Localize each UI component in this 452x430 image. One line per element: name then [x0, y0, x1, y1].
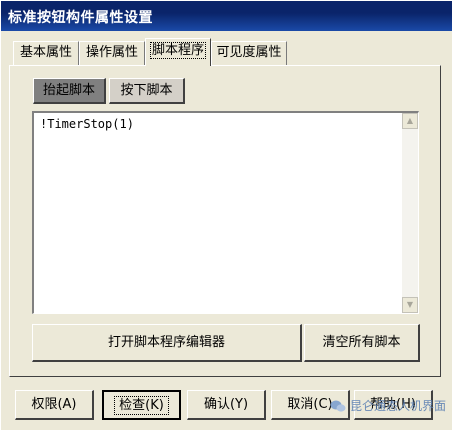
button-label: 确认(Y) [203, 397, 249, 412]
watermark: 昆仑通态人机界面 [330, 397, 446, 414]
confirm-button[interactable]: 确认(Y) [187, 390, 266, 420]
watermark-text: 昆仑通态人机界面 [350, 399, 447, 413]
tab-basic-properties[interactable]: 基本属性 [13, 41, 79, 65]
tab-label: 脚本程序 [149, 42, 206, 59]
scroll-up-icon[interactable]: ▲ [402, 113, 418, 129]
check-button[interactable]: 检查(K) [102, 390, 181, 420]
tab-label: 基本属性 [19, 45, 72, 60]
clear-all-scripts-button[interactable]: 清空所有脚本 [304, 324, 420, 362]
open-script-editor-button[interactable]: 打开脚本程序编辑器 [32, 324, 302, 362]
tab-label: 可见度属性 [216, 45, 282, 60]
tab-visibility-properties[interactable]: 可见度属性 [211, 41, 287, 65]
tab-label: 操作属性 [85, 45, 138, 60]
permission-button[interactable]: 权限(A) [15, 390, 94, 420]
vertical-scrollbar[interactable]: ▲ ▼ [402, 113, 418, 313]
title-bar[interactable]: 标准按钮构件属性设置 [1, 1, 452, 31]
button-label: 取消(C) [287, 397, 333, 412]
button-label: 打开脚本程序编辑器 [107, 335, 225, 350]
script-editor[interactable]: !TimerStop(1) ▲ ▼ [32, 111, 419, 314]
dialog-window: 标准按钮构件属性设置 基本属性 操作属性 脚本程序 可见度属性 抬起脚本 按下脚… [0, 0, 452, 430]
window-title: 标准按钮构件属性设置 [8, 10, 153, 26]
tab-script-program[interactable]: 脚本程序 [145, 38, 211, 66]
wechat-icon [330, 400, 346, 412]
scroll-down-icon[interactable]: ▼ [402, 297, 418, 313]
button-label: 清空所有脚本 [322, 335, 401, 350]
tab-operation-properties[interactable]: 操作属性 [79, 41, 145, 65]
button-label: 权限(A) [31, 397, 77, 412]
script-text[interactable]: !TimerStop(1) [40, 117, 134, 131]
button-label: 检查(K) [114, 396, 169, 415]
